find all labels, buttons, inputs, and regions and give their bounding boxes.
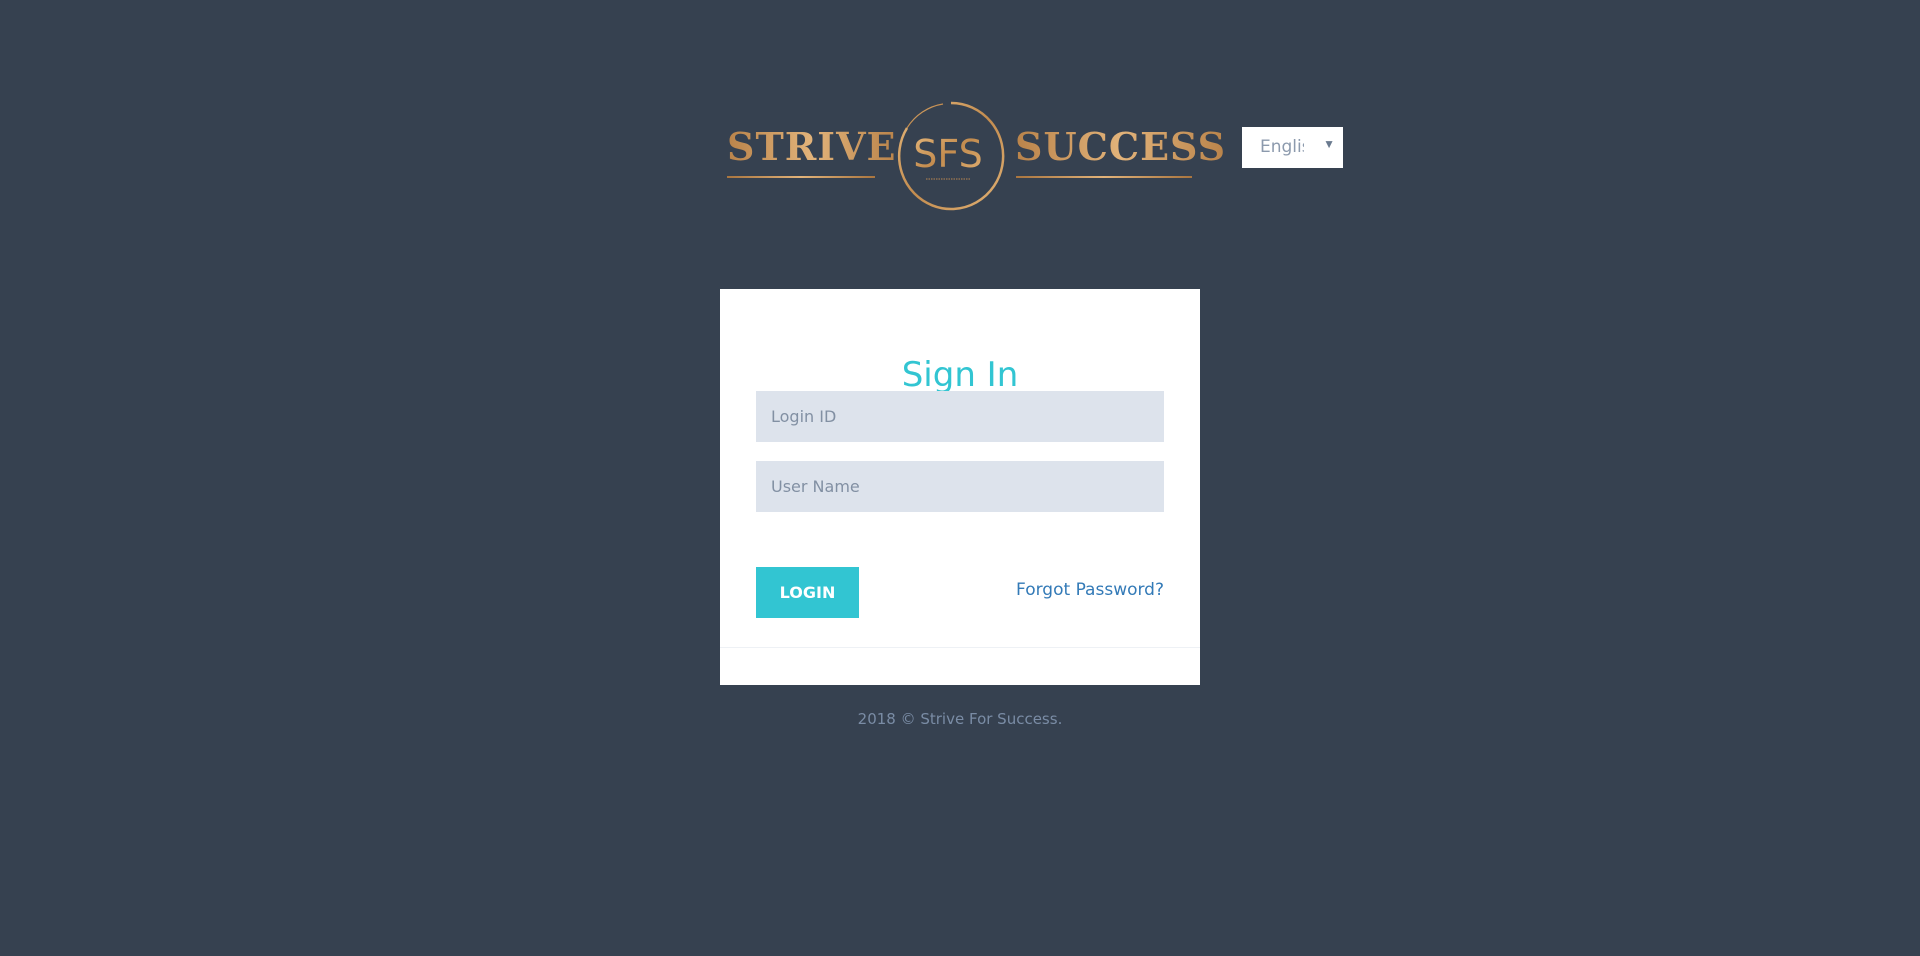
logo-monogram-icon: SFS — [897, 101, 1005, 211]
language-selected-value: English — [1260, 137, 1304, 157]
user-name-input[interactable] — [756, 461, 1164, 512]
page-title: Sign In — [901, 355, 1019, 395]
login-button[interactable]: LOGIN — [756, 567, 859, 618]
logo-word-left: STRIVE — [727, 124, 897, 169]
logo-monogram-text: SFS — [913, 132, 982, 176]
card-divider — [720, 647, 1200, 648]
chevron-down-icon: ▼ — [1323, 137, 1335, 151]
language-select[interactable]: English ▼ — [1242, 127, 1343, 168]
login-page: STRIVE SFS SUCCESS English ▼ Sign In LOG… — [0, 0, 1920, 956]
logo-underline-left — [727, 176, 875, 178]
forgot-password-link[interactable]: Forgot Password? — [1016, 579, 1164, 601]
login-id-input[interactable] — [756, 391, 1164, 442]
brand-logo: STRIVE SFS SUCCESS — [725, 100, 1225, 215]
logo-word-right: SUCCESS — [1015, 124, 1227, 169]
login-card: Sign In LOGIN Forgot Password? — [720, 289, 1200, 685]
logo-underline-right — [1016, 176, 1192, 178]
copyright-text: 2018 © Strive For Success. — [857, 710, 1063, 728]
